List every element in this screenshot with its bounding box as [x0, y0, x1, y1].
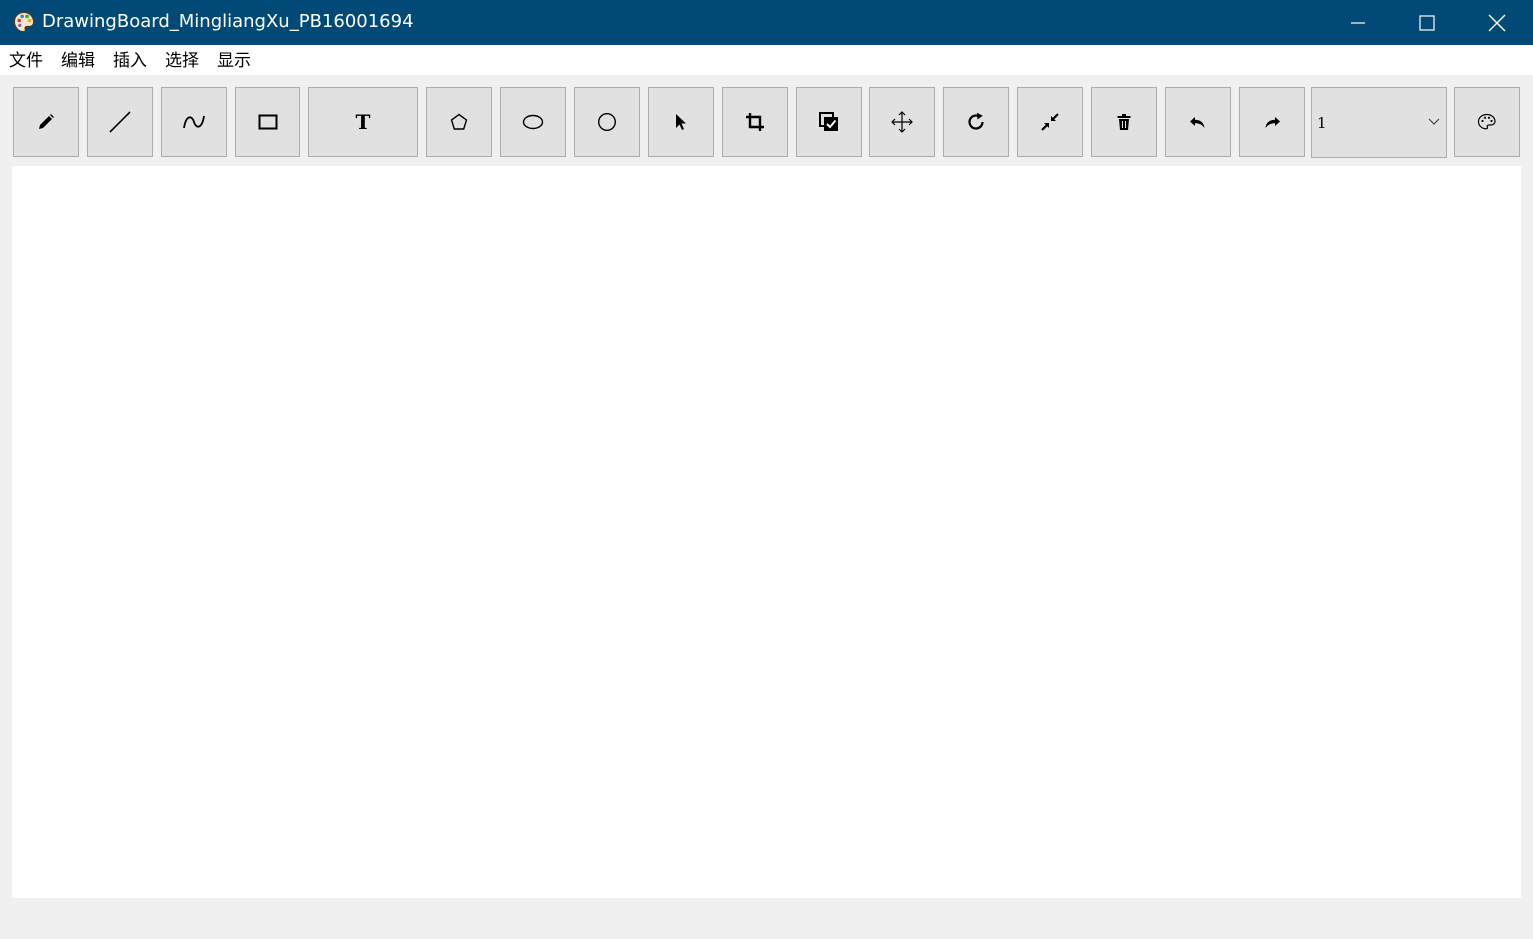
status-bar — [0, 898, 1533, 939]
pencil-icon — [39, 114, 54, 129]
line-tool-button[interactable] — [87, 87, 153, 157]
cursor-icon — [676, 114, 686, 130]
rectangle-tool-button[interactable] — [235, 87, 300, 157]
close-button[interactable] — [1462, 0, 1532, 45]
menu-display[interactable]: 显示 — [217, 49, 251, 73]
line-icon — [109, 111, 131, 133]
maximize-button[interactable] — [1392, 0, 1462, 45]
undo-button[interactable] — [1165, 87, 1231, 157]
minimize-icon — [1351, 21, 1365, 24]
text-icon: T — [355, 110, 371, 134]
ellipse-tool-button[interactable] — [500, 87, 566, 157]
undo-icon — [1190, 117, 1205, 128]
scale-tool-button[interactable] — [1017, 87, 1083, 157]
shrink-icon — [1041, 113, 1059, 131]
pentagon-icon — [450, 113, 468, 130]
select-all-icon — [819, 112, 838, 131]
crop-icon — [746, 113, 764, 131]
move-tool-button[interactable] — [869, 87, 935, 157]
crop-tool-button[interactable] — [722, 87, 788, 157]
rotate-icon — [968, 112, 984, 130]
select-tool-button[interactable] — [648, 87, 714, 157]
menu-select[interactable]: 选择 — [165, 49, 199, 73]
move-icon — [891, 111, 913, 133]
curve-icon — [183, 115, 205, 129]
ellipse-icon — [522, 114, 544, 130]
maximize-icon — [1419, 14, 1435, 31]
title-bar[interactable]: DrawingBoard_MingliangXu_PB16001694 — [0, 0, 1533, 45]
drawing-canvas[interactable] — [12, 166, 1521, 898]
menu-file[interactable]: 文件 — [9, 49, 43, 73]
circle-tool-button[interactable] — [574, 87, 640, 157]
select-all-tool-button[interactable] — [796, 87, 862, 157]
redo-icon — [1265, 117, 1280, 128]
text-tool-button[interactable]: T — [308, 87, 418, 157]
window-title: DrawingBoard_MingliangXu_PB16001694 — [42, 11, 414, 32]
line-width-dropdown[interactable]: 1 — [1311, 87, 1447, 158]
palette-icon — [13, 11, 35, 33]
rotate-tool-button[interactable] — [943, 87, 1009, 157]
color-picker-button[interactable] — [1454, 87, 1520, 157]
rectangle-icon — [258, 114, 277, 130]
menu-insert[interactable]: 插入 — [113, 49, 147, 73]
curve-tool-button[interactable] — [161, 87, 227, 157]
close-icon — [1488, 14, 1506, 31]
menu-bar: 文件 编辑 插入 选择 显示 — [0, 45, 1533, 75]
line-width-value: 1 — [1317, 114, 1327, 132]
delete-tool-button[interactable] — [1091, 87, 1157, 157]
circle-icon — [597, 112, 617, 132]
pencil-tool-button[interactable] — [13, 87, 79, 157]
minimize-button[interactable] — [1323, 0, 1393, 45]
palette-icon — [1477, 113, 1496, 130]
chevron-down-icon — [1428, 118, 1440, 125]
polygon-tool-button[interactable] — [426, 87, 492, 157]
redo-button[interactable] — [1239, 87, 1305, 157]
trash-icon — [1117, 114, 1131, 130]
menu-edit[interactable]: 编辑 — [61, 49, 95, 73]
